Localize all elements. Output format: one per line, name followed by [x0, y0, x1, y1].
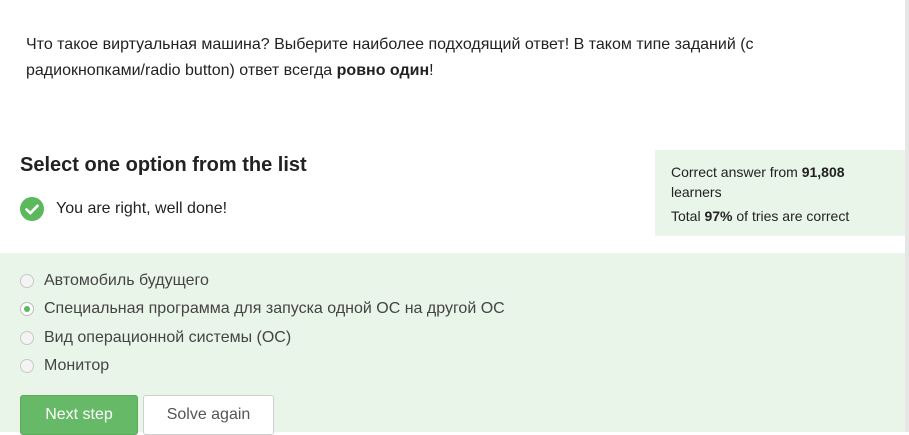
option-3[interactable]: Монитор — [20, 355, 109, 377]
radio-button-selected-icon[interactable] — [20, 302, 34, 316]
option-label: Специальная программа для запуска одной … — [44, 300, 505, 317]
section-heading: Select one option from the list — [20, 154, 307, 176]
stats-total-suffix: of tries are correct — [732, 208, 850, 224]
solve-again-button[interactable]: Solve again — [143, 395, 274, 435]
feedback-message: You are right, well done! — [20, 196, 227, 222]
page-edge-divider — [905, 0, 909, 432]
question-text-end: ! — [429, 62, 434, 79]
option-2[interactable]: Вид операционной системы (ОС) — [20, 327, 291, 349]
stats-learners-line: Correct answer from 91,808 learners — [671, 162, 891, 202]
check-circle-icon — [20, 197, 44, 221]
stats-panel: Correct answer from 91,808 learners Tota… — [655, 150, 905, 236]
stats-learners-count: 91,808 — [801, 164, 845, 180]
next-step-button[interactable]: Next step — [20, 395, 138, 435]
radio-button-icon[interactable] — [20, 274, 34, 288]
option-label: Монитор — [44, 357, 110, 374]
option-label: Вид операционной системы (ОС) — [44, 329, 292, 346]
option-label: Автомобиль будущего — [44, 272, 209, 289]
stats-total-prefix: Total — [671, 208, 705, 224]
stats-learners-suffix: learners — [671, 184, 722, 200]
feedback-text: You are right, well done! — [56, 200, 228, 217]
stats-percent: 97% — [704, 208, 733, 224]
question-text: Что такое виртуальная машина? Выберите н… — [26, 32, 806, 84]
option-1[interactable]: Специальная программа для запуска одной … — [20, 298, 505, 320]
option-0[interactable]: Автомобиль будущего — [20, 270, 209, 292]
radio-button-icon[interactable] — [20, 359, 34, 373]
radio-button-icon[interactable] — [20, 331, 34, 345]
stats-correct-prefix: Correct answer from — [671, 164, 802, 180]
stats-percent-line: Total 97% of tries are correct — [671, 206, 891, 226]
question-text-emphasis: ровно один — [336, 62, 430, 79]
